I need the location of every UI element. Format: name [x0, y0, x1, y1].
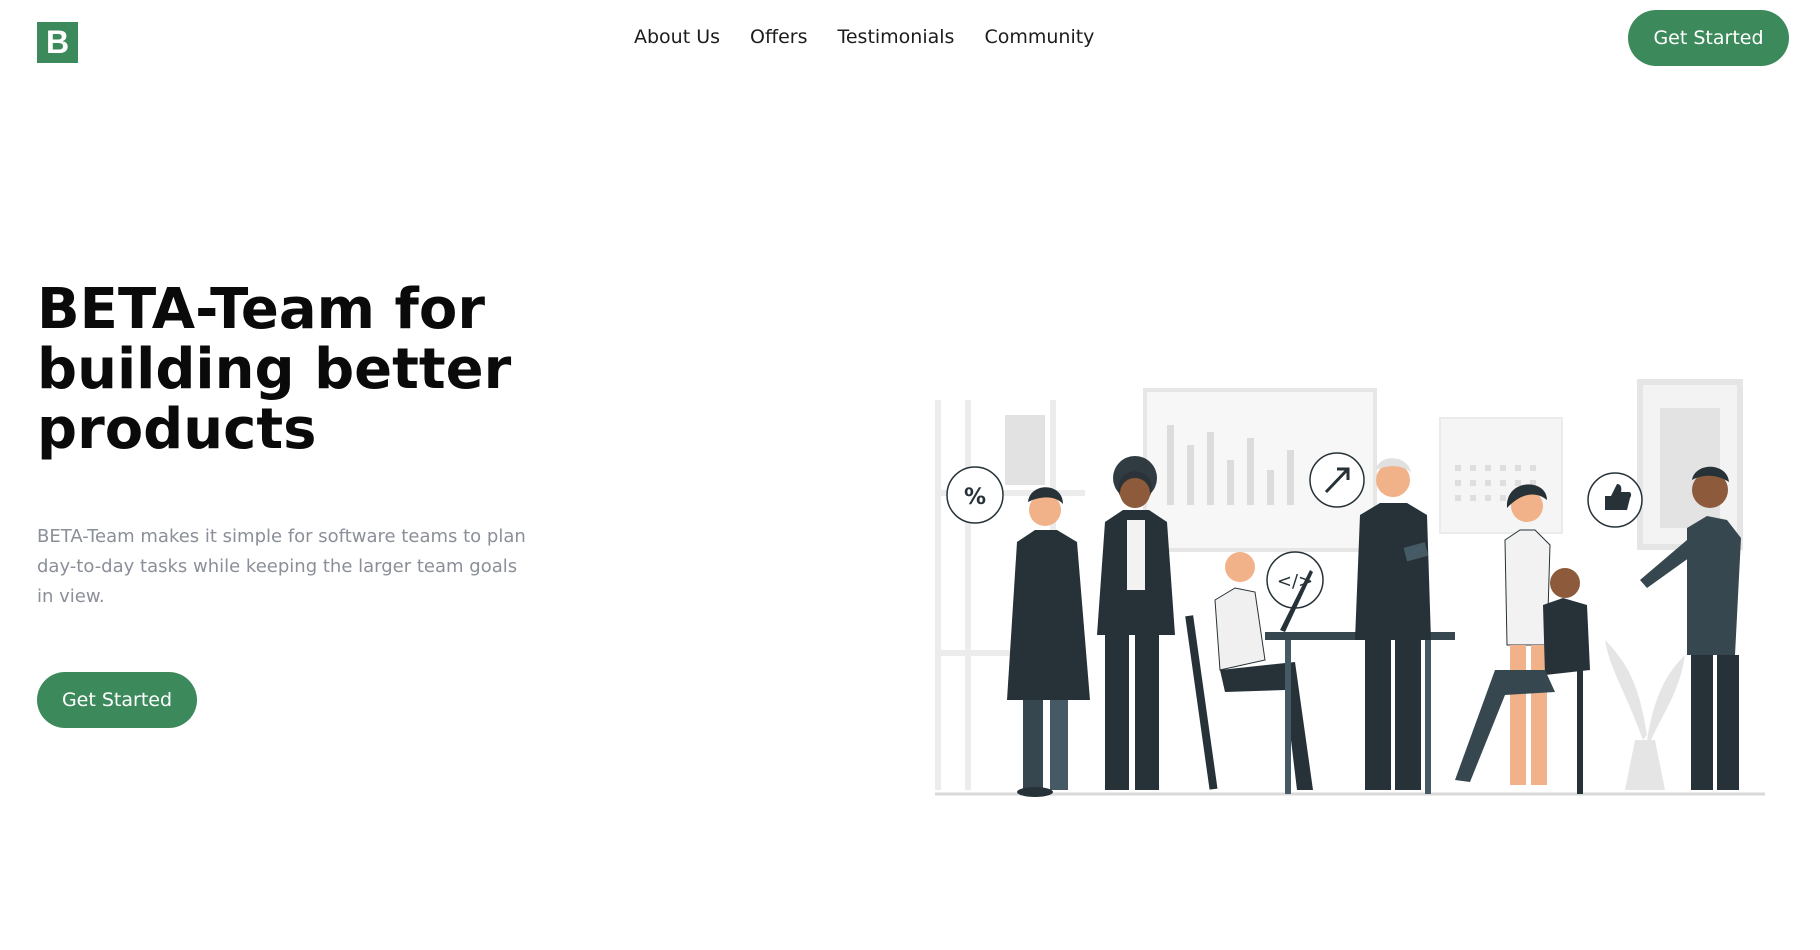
main-nav: About Us Offers Testimonials Community — [634, 26, 1094, 48]
header-get-started-button[interactable]: Get Started — [1628, 10, 1789, 66]
calendar-board — [1439, 417, 1563, 534]
nav-link-offers[interactable]: Offers — [750, 26, 807, 48]
percent-bubble-label: % — [964, 485, 986, 510]
code-bubble: </> — [1266, 551, 1324, 609]
plant-right — [1605, 640, 1685, 790]
person-woman-dress — [1007, 487, 1090, 797]
hero-description: BETA-Team makes it simple for software t… — [37, 526, 526, 607]
hero-get-started-button[interactable]: Get Started — [37, 672, 197, 728]
brand-logo[interactable]: B — [37, 22, 78, 63]
arrow-bubble — [1309, 452, 1365, 508]
nav-link-testimonials[interactable]: Testimonials — [837, 26, 954, 48]
hero-title: BETA-Team for building better products — [37, 277, 512, 462]
team-meeting-illustration: % </> — [935, 379, 1765, 797]
site-header: B About Us Offers Testimonials Community… — [0, 0, 1820, 80]
nav-link-about-us[interactable]: About Us — [634, 26, 720, 48]
thumbs-up-bubble — [1587, 472, 1643, 528]
percent-bubble: % — [946, 466, 1004, 524]
nav-link-community[interactable]: Community — [984, 26, 1094, 48]
